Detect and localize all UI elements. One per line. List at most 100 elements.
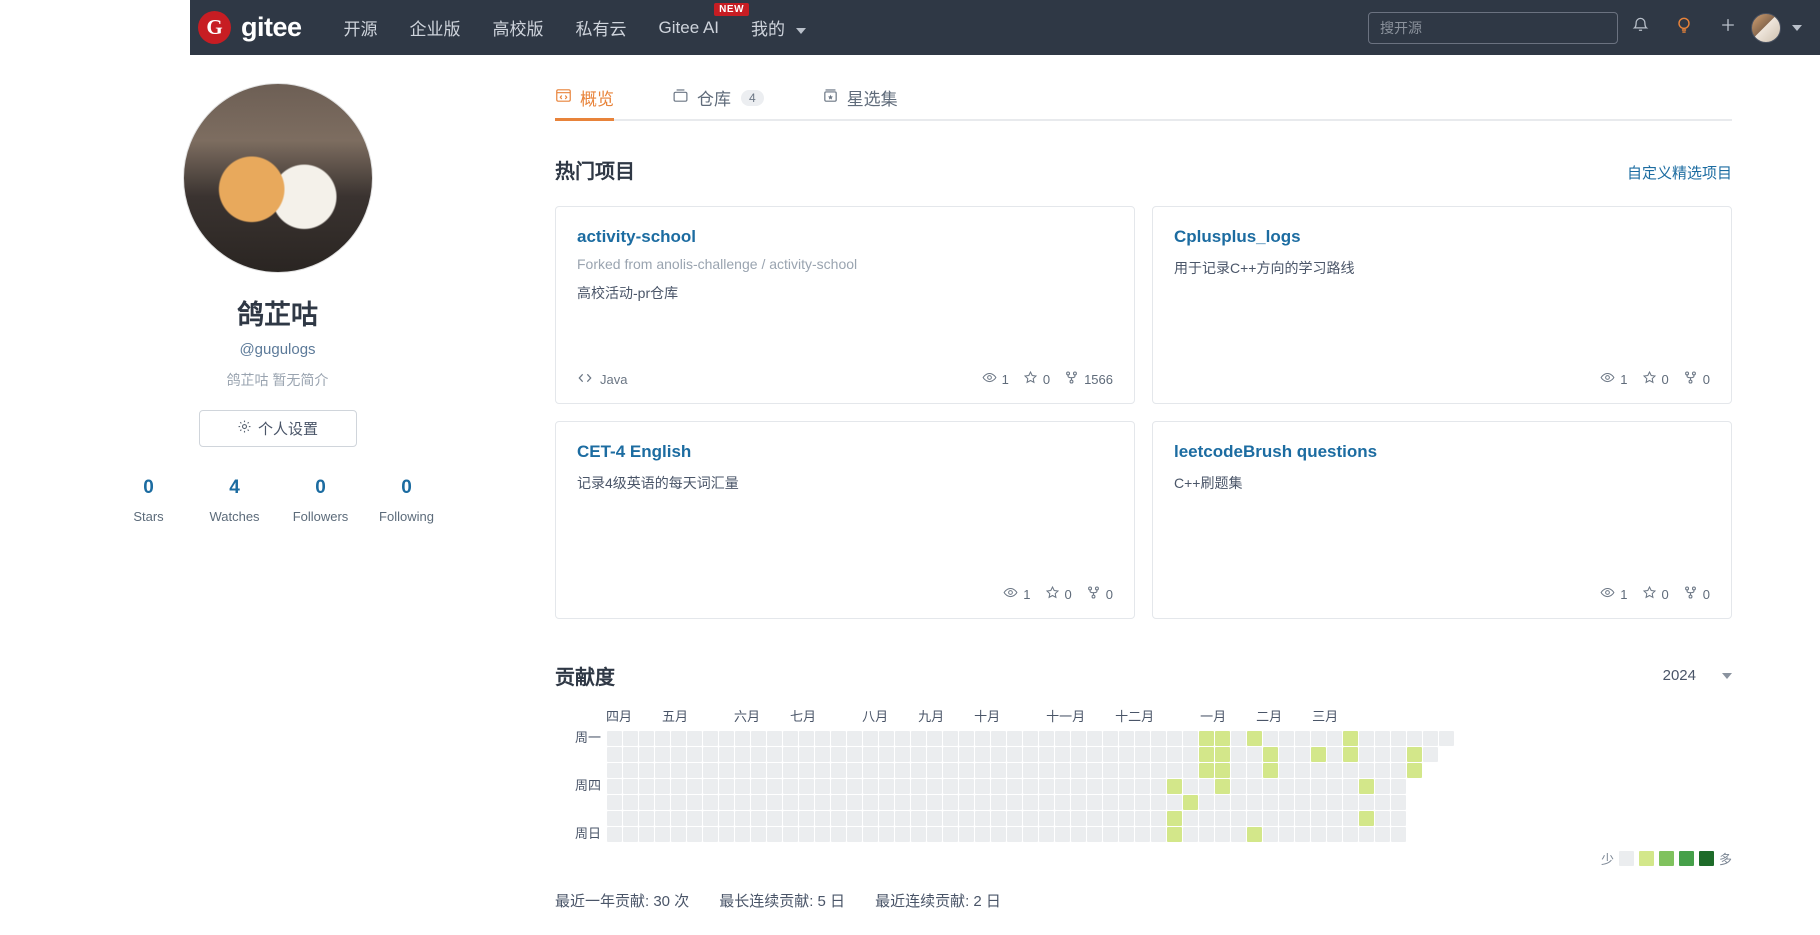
heatmap-cell[interactable] <box>862 730 878 746</box>
heatmap-cell[interactable] <box>1407 827 1422 842</box>
heatmap-cell[interactable] <box>1374 810 1390 826</box>
heatmap-cell[interactable] <box>1214 794 1230 810</box>
heatmap-cell[interactable] <box>1198 762 1214 778</box>
heatmap-cell[interactable] <box>1102 762 1118 778</box>
heatmap-cell[interactable] <box>1198 826 1214 842</box>
heatmap-cell[interactable] <box>1374 778 1390 794</box>
heatmap-cell[interactable] <box>1166 810 1182 826</box>
heatmap-cell[interactable] <box>1439 811 1454 826</box>
heatmap-cell[interactable] <box>1439 827 1454 842</box>
heatmap-cell[interactable] <box>750 778 766 794</box>
heatmap-cell[interactable] <box>958 746 974 762</box>
heatmap-cell[interactable] <box>1022 794 1038 810</box>
heatmap-cell[interactable] <box>1278 826 1294 842</box>
heatmap-cell[interactable] <box>910 730 926 746</box>
heatmap-cell[interactable] <box>814 762 830 778</box>
heatmap-cell[interactable] <box>1294 762 1310 778</box>
heatmap-cell[interactable] <box>1198 810 1214 826</box>
heatmap-cell[interactable] <box>1262 778 1278 794</box>
project-card-title[interactable]: leetcodeBrush questions <box>1174 442 1710 462</box>
heatmap-cell[interactable] <box>814 730 830 746</box>
heatmap-cell[interactable] <box>1374 794 1390 810</box>
heatmap-cell[interactable] <box>1102 778 1118 794</box>
heatmap-cell[interactable] <box>1423 827 1438 842</box>
heatmap-cell[interactable] <box>798 826 814 842</box>
heatmap-cell[interactable] <box>1134 746 1150 762</box>
heatmap-cell[interactable] <box>638 810 654 826</box>
heatmap-cell[interactable] <box>1439 795 1454 810</box>
heatmap-cell[interactable] <box>686 730 702 746</box>
heatmap-cell[interactable] <box>1326 778 1342 794</box>
heatmap-cell[interactable] <box>702 730 718 746</box>
heatmap-cell[interactable] <box>766 746 782 762</box>
heatmap-cell[interactable] <box>1134 762 1150 778</box>
heatmap-cell[interactable] <box>894 826 910 842</box>
heatmap-cell[interactable] <box>1134 778 1150 794</box>
heatmap-cell[interactable] <box>1054 762 1070 778</box>
user-menu-button[interactable] <box>1750 6 1802 50</box>
heatmap-cell[interactable] <box>750 730 766 746</box>
heatmap-cell[interactable] <box>846 730 862 746</box>
heatmap-cell[interactable] <box>1374 730 1390 746</box>
heatmap-cell[interactable] <box>670 826 686 842</box>
heatmap-cell[interactable] <box>1358 794 1374 810</box>
heatmap-cell[interactable] <box>862 794 878 810</box>
heatmap-cell[interactable] <box>1246 762 1262 778</box>
heatmap-cell[interactable] <box>1214 778 1230 794</box>
heatmap-cell[interactable] <box>1134 730 1150 746</box>
heatmap-cell[interactable] <box>958 826 974 842</box>
heatmap-cell[interactable] <box>606 794 622 810</box>
heatmap-cell[interactable] <box>830 746 846 762</box>
heatmap-cell[interactable] <box>1390 810 1406 826</box>
heatmap-cell[interactable] <box>1134 826 1150 842</box>
heatmap-cell[interactable] <box>1423 763 1438 778</box>
heatmap-cell[interactable] <box>1246 794 1262 810</box>
heatmap-cell[interactable] <box>974 778 990 794</box>
heatmap-cell[interactable] <box>766 810 782 826</box>
heatmap-cell[interactable] <box>1166 794 1182 810</box>
heatmap-cell[interactable] <box>1134 810 1150 826</box>
heatmap-cell[interactable] <box>1118 794 1134 810</box>
heatmap-cell[interactable] <box>670 730 686 746</box>
heatmap-cell[interactable] <box>814 746 830 762</box>
heatmap-cell[interactable] <box>702 794 718 810</box>
heatmap-cell[interactable] <box>926 826 942 842</box>
heatmap-cell[interactable] <box>1102 826 1118 842</box>
heatmap-cell[interactable] <box>1022 826 1038 842</box>
heatmap-cell[interactable] <box>958 810 974 826</box>
heatmap-cell[interactable] <box>1326 730 1342 746</box>
heatmap-cell[interactable] <box>1070 778 1086 794</box>
heatmap-cell[interactable] <box>878 730 894 746</box>
heatmap-cell[interactable] <box>1294 810 1310 826</box>
heatmap-cell[interactable] <box>750 794 766 810</box>
heatmap-cell[interactable] <box>798 730 814 746</box>
heatmap-cell[interactable] <box>670 810 686 826</box>
heatmap-cell[interactable] <box>894 794 910 810</box>
heatmap-cell[interactable] <box>1214 730 1230 746</box>
heatmap-cell[interactable] <box>1310 746 1326 762</box>
heatmap-cell[interactable] <box>1390 826 1406 842</box>
heatmap-cell[interactable] <box>1310 762 1326 778</box>
heatmap-cell[interactable] <box>862 826 878 842</box>
heatmap-cell[interactable] <box>622 826 638 842</box>
heatmap-cell[interactable] <box>1006 794 1022 810</box>
heatmap-cell[interactable] <box>702 762 718 778</box>
heatmap-cell[interactable] <box>734 810 750 826</box>
heatmap-cell[interactable] <box>1262 746 1278 762</box>
heatmap-cell[interactable] <box>1230 826 1246 842</box>
heatmap-cell[interactable] <box>1310 826 1326 842</box>
heatmap-cell[interactable] <box>1006 730 1022 746</box>
heatmap-cell[interactable] <box>990 810 1006 826</box>
customize-featured-projects-link[interactable]: 自定义精选项目 <box>1627 162 1732 183</box>
heatmap-cell[interactable] <box>974 730 990 746</box>
heatmap-cell[interactable] <box>1006 810 1022 826</box>
heatmap-cell[interactable] <box>1294 826 1310 842</box>
heatmap-cell[interactable] <box>734 794 750 810</box>
fork-repo-link[interactable]: activity-school <box>769 256 857 272</box>
stat-followers[interactable]: 0 Followers <box>278 477 364 524</box>
heatmap-cell[interactable] <box>1182 778 1198 794</box>
heatmap-cell[interactable] <box>1358 778 1374 794</box>
heatmap-cell[interactable] <box>878 810 894 826</box>
heatmap-cell[interactable] <box>862 778 878 794</box>
heatmap-cell[interactable] <box>1246 810 1262 826</box>
